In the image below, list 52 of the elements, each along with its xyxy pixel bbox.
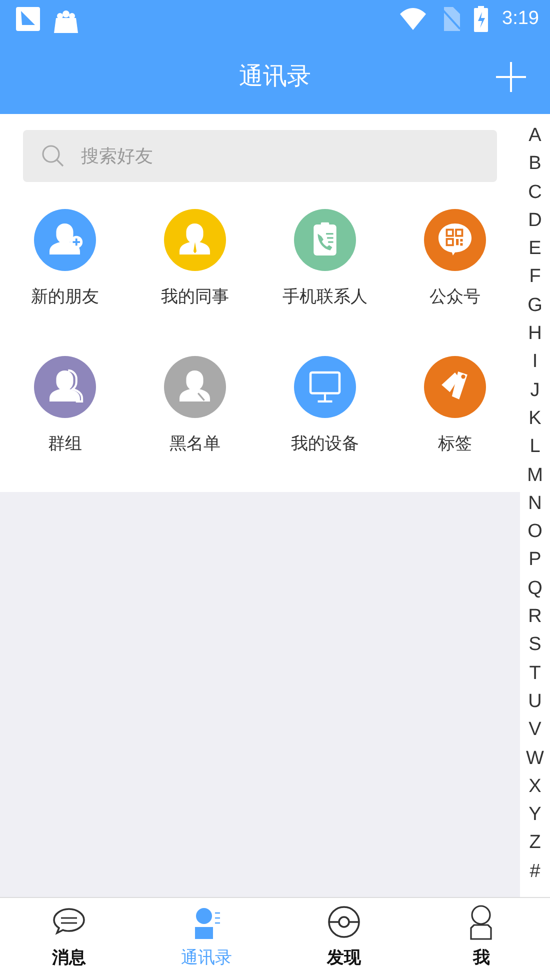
tab[interactable]: 发现	[275, 898, 412, 979]
index-letter[interactable]: V	[528, 716, 542, 745]
index-letter[interactable]: X	[528, 772, 542, 802]
index-letter[interactable]: G	[528, 292, 542, 320]
index-letter[interactable]: M	[527, 462, 543, 490]
index-letter[interactable]: F	[529, 263, 541, 292]
index-letter[interactable]: B	[528, 150, 542, 179]
tag-icon	[424, 356, 486, 418]
index-letter[interactable]: D	[528, 206, 542, 236]
group-icon	[34, 356, 96, 418]
index-letter[interactable]: K	[528, 404, 542, 434]
clock-time: 3:19	[502, 8, 539, 30]
app-icon	[16, 7, 40, 31]
index-letter[interactable]: Z	[529, 829, 541, 858]
wifi-icon	[400, 8, 426, 30]
index-letter[interactable]: W	[526, 744, 544, 773]
index-letter[interactable]: R	[528, 603, 542, 632]
shortcut-item[interactable]: 新的朋友	[0, 209, 130, 333]
index-letter[interactable]: #	[530, 858, 540, 886]
battery-icon	[474, 6, 488, 32]
index-letter[interactable]: L	[530, 433, 540, 462]
shortcut-item[interactable]: 手机联系人	[260, 209, 390, 333]
newfriend-icon	[34, 209, 96, 271]
tab[interactable]: 我	[412, 898, 550, 979]
index-letter[interactable]: H	[528, 320, 542, 348]
index-letter[interactable]: U	[528, 688, 542, 716]
index-letter[interactable]: P	[528, 546, 542, 575]
colleague-icon	[164, 209, 226, 271]
index-letter[interactable]: I	[532, 348, 538, 377]
index-letter[interactable]: O	[528, 518, 542, 546]
shortcut-item[interactable]: 标签	[390, 356, 520, 480]
page-title: 通讯录	[239, 61, 311, 92]
index-letter[interactable]: J	[530, 376, 540, 405]
device-icon	[294, 356, 356, 418]
index-letter[interactable]: C	[528, 178, 542, 207]
index-letter[interactable]: S	[528, 631, 542, 660]
blocked-icon	[164, 356, 226, 418]
index-letter[interactable]: A	[528, 122, 542, 150]
tab[interactable]: 消息	[0, 898, 138, 979]
shortcut-item[interactable]: 群组	[0, 356, 130, 480]
index-letter[interactable]: N	[528, 490, 542, 518]
index-letter[interactable]: Q	[528, 574, 542, 604]
phone-icon	[294, 209, 356, 271]
index-letter[interactable]: E	[528, 235, 542, 264]
shortcut-item[interactable]: 我的设备	[260, 356, 390, 480]
index-letter[interactable]: Y	[528, 801, 542, 830]
add-icon[interactable]	[496, 62, 526, 92]
shortcut-item[interactable]: 我的同事	[130, 209, 260, 333]
shortcut-item[interactable]: 黑名单	[130, 356, 260, 480]
index-letter[interactable]: T	[529, 660, 541, 688]
search-field[interactable]: 搜索好友	[23, 130, 497, 182]
shortcut-item[interactable]: 公众号	[390, 209, 520, 333]
